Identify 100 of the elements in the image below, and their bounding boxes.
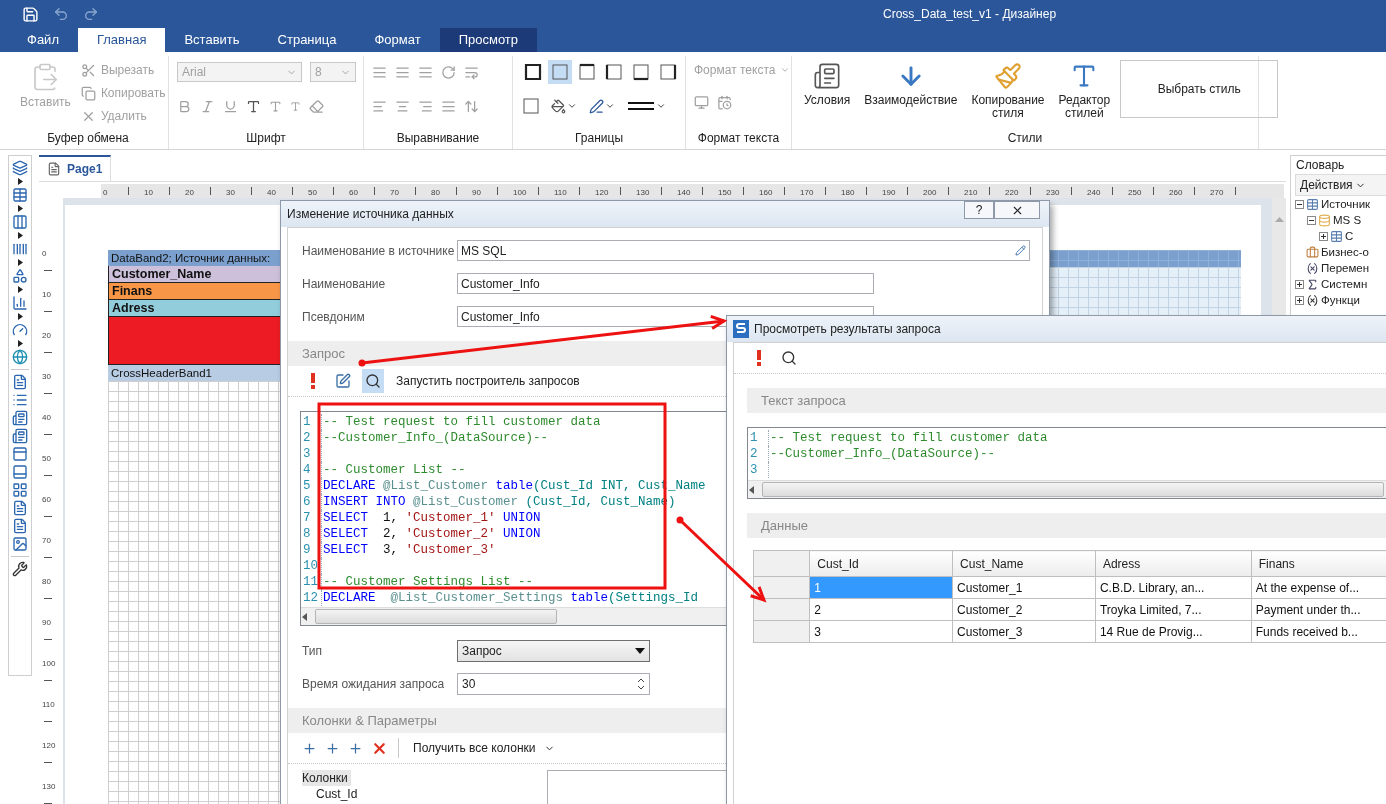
line-number: 1 — [302, 414, 312, 430]
group-title: Стили — [1006, 130, 1044, 147]
panel-title: Словарь — [1295, 157, 1346, 174]
ruler-mark: 40 — [267, 188, 276, 197]
ruler-mark: 180 — [841, 188, 855, 197]
style-button[interactable]: Редактор стилей — [1054, 58, 1115, 124]
table-cell: 1 — [809, 576, 953, 599]
ruler-mark: 130 — [636, 188, 650, 197]
ruler-mark: 150 — [718, 188, 732, 197]
page-tab[interactable]: Page1 — [39, 155, 112, 181]
ruler-mark: 20 — [185, 188, 194, 197]
actions-dropdown[interactable]: Действия — [1295, 174, 1386, 196]
menu-tab[interactable]: Просмотр — [439, 28, 538, 52]
type-select[interactable]: Запрос — [457, 639, 650, 662]
line-number: 4 — [302, 462, 312, 478]
ruler-mark: 90 — [42, 618, 51, 627]
code-line: -- Test request to fill customer data — [321, 414, 601, 430]
line-number: 6 — [302, 494, 312, 510]
line-number: 9 — [302, 542, 312, 558]
ruler-mark: 20 — [42, 331, 51, 340]
text-field[interactable]: MS SQL — [457, 240, 1030, 261]
table-cell: Troyka Limited, 7... — [1095, 598, 1252, 621]
line-number: 8 — [302, 526, 312, 542]
ruler-mark: 170 — [800, 188, 814, 197]
ruler-mark: 140 — [677, 188, 691, 197]
ruler-mark: 100 — [513, 188, 527, 197]
menu-tab[interactable]: Файл — [8, 28, 78, 52]
code-line: --Customer_Info_(DataSource)-- — [321, 430, 549, 446]
menu-tab[interactable]: Вставить — [165, 28, 259, 52]
code-line: SELECT 1, 'Customer_1' UNION — [321, 510, 541, 526]
ruler-mark: 90 — [472, 188, 481, 197]
code-line: -- Customer List -- — [321, 462, 466, 478]
group-title: Границы — [574, 130, 624, 147]
line-number: 1 — [749, 430, 759, 446]
ruler-mark: 70 — [42, 536, 51, 545]
ruler-mark: 0 — [42, 249, 47, 258]
line-number: 7 — [302, 510, 312, 526]
tree-item[interactable]: Функци — [1321, 294, 1360, 306]
ruler-mark: 60 — [42, 495, 51, 504]
field-label: Тип — [302, 643, 323, 658]
tree-item[interactable]: Бизнес-о — [1321, 246, 1369, 258]
ruler-mark: 10 — [144, 188, 153, 197]
line-number: 2 — [302, 430, 312, 446]
code-editor[interactable]: 1 -- Test request to fill customer data 2 --Customer_Info_(DataSource)-- 3 — [747, 427, 1386, 499]
ruler-mark: 30 — [42, 372, 51, 381]
table-cell: Customer_1 — [952, 576, 1096, 599]
ruler-mark: 220 — [1005, 188, 1019, 197]
dialog-title: Изменение источника данных — [287, 207, 454, 221]
ruler-mark: 110 — [42, 700, 55, 709]
table-cell: Customer_3 — [952, 620, 1096, 643]
ruler-mark: 250 — [1128, 188, 1142, 197]
table-cell: 2 — [809, 598, 953, 621]
line-number: 5 — [302, 478, 312, 494]
field-label: Время ожидания запроса — [302, 676, 446, 691]
ruler-mark: 110 — [554, 188, 567, 197]
ruler-mark: 230 — [1046, 188, 1060, 197]
get-columns-button[interactable]: Получить все колонки — [413, 741, 536, 755]
tree-item[interactable]: Системн — [1321, 278, 1368, 290]
ruler-mark: 240 — [1087, 188, 1101, 197]
tree-item[interactable]: Перемен — [1321, 262, 1370, 274]
group-title: Буфер обмена — [46, 130, 130, 147]
tree-item[interactable]: C — [1345, 230, 1354, 242]
line-number: 12 — [302, 590, 319, 606]
ruler-mark: 210 — [964, 188, 978, 197]
menu-tab[interactable]: Страница — [258, 28, 356, 52]
menu-tab[interactable]: Формат — [355, 28, 440, 52]
table-cell: 3 — [809, 620, 953, 643]
column-header[interactable]: Adress — [1095, 550, 1252, 577]
help-button[interactable]: ? — [964, 201, 994, 219]
ruler-mark: 50 — [42, 454, 51, 463]
style-button[interactable]: Условия — [800, 58, 855, 111]
column-header[interactable]: Cust_Name — [952, 550, 1096, 577]
ruler-mark: 0 — [103, 188, 108, 197]
group-title: Выравнивание — [395, 130, 481, 147]
tree-item[interactable]: MS S — [1333, 214, 1362, 226]
ruler-mark: 30 — [226, 188, 235, 197]
column-header[interactable]: Cust_Id — [809, 550, 953, 577]
code-line: -- Test request to fill customer data — [768, 430, 1048, 446]
ruler-mark: 260 — [1169, 188, 1183, 197]
code-line: SELECT 3, 'Customer_3' — [321, 542, 496, 558]
style-button[interactable]: Копирование стиля — [967, 58, 1049, 124]
ruler-mark: 60 — [349, 188, 358, 197]
section-header: Текст запроса — [747, 388, 1386, 413]
section-header: Данные — [747, 513, 1386, 538]
ruler-mark: 50 — [308, 188, 317, 197]
menu-tab[interactable]: Главная — [77, 28, 166, 52]
tree-item[interactable]: Колонки — [302, 770, 351, 786]
ruler-mark: 80 — [431, 188, 440, 197]
ruler-mark: 40 — [42, 413, 51, 422]
style-gallery[interactable]: Выбрать стиль — [1120, 60, 1279, 118]
timeout-spinner[interactable]: 30 — [457, 672, 650, 695]
ruler-mark: 270 — [1210, 188, 1224, 197]
tree-item[interactable]: Cust_Id — [316, 786, 361, 802]
code-line: --Customer_Info_(DataSource)-- — [768, 446, 996, 462]
style-button[interactable]: Взаимодействие — [860, 58, 962, 111]
tree-item[interactable]: Источник — [1321, 198, 1371, 210]
table-cell: Customer_2 — [952, 598, 1096, 621]
column-header[interactable]: Finans — [1251, 550, 1386, 577]
text-field[interactable]: Customer_Info — [457, 273, 874, 294]
line-number: 3 — [749, 462, 759, 478]
